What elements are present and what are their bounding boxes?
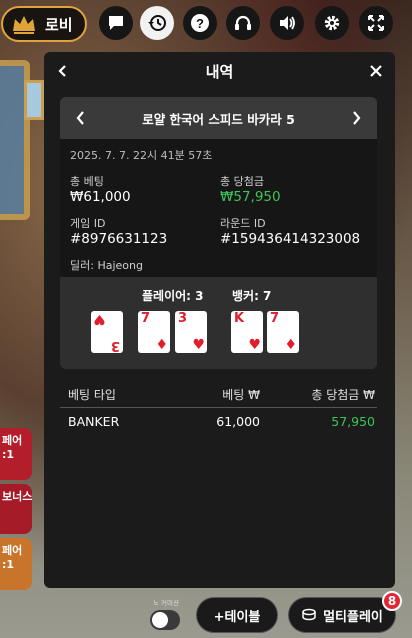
side-bet-pair-2[interactable]: 페어 :1 bbox=[0, 538, 32, 590]
chat-icon bbox=[109, 16, 123, 30]
card-rank: 3 bbox=[110, 338, 120, 353]
diamond-icon: ♦ bbox=[155, 337, 168, 353]
background-frame-window bbox=[24, 80, 44, 120]
volume-button[interactable] bbox=[270, 6, 304, 40]
volume-icon bbox=[280, 16, 295, 30]
player-card-2: 7 ♦ bbox=[138, 311, 170, 353]
banker-card-2: 7 ♦ bbox=[267, 311, 299, 353]
gear-icon bbox=[324, 15, 340, 31]
heart-icon: ♥ bbox=[248, 337, 261, 353]
card-rank: 3 bbox=[178, 311, 188, 326]
total-win-label: 총 당첨금 bbox=[220, 175, 264, 188]
side-bet-label: 페어 bbox=[2, 544, 23, 557]
heart-icon: ♥ bbox=[93, 311, 106, 327]
add-table-button[interactable]: +테이블 bbox=[196, 597, 278, 633]
multiplay-label: 멀티플레이 bbox=[323, 609, 383, 625]
side-bet-label: 보너스 bbox=[2, 490, 32, 503]
game-id-value: #8976631123 bbox=[70, 231, 168, 247]
chevron-left-icon bbox=[76, 111, 84, 125]
col-bet: 베팅 ₩ bbox=[222, 388, 260, 402]
total-bet-label: 총 베팅 bbox=[70, 175, 104, 188]
game-name: 로얄 한국어 스피드 바카라 5 bbox=[142, 111, 295, 127]
bets-table: 베팅 타입 베팅 ₩ 총 당첨금 ₩ BANKER 61,000 57,950 bbox=[60, 382, 377, 434]
modal-header: 내역 bbox=[44, 52, 395, 90]
history-button[interactable] bbox=[140, 6, 174, 40]
card-rank: 7 bbox=[270, 311, 280, 326]
bet-amount-cell: 61,000 bbox=[216, 413, 260, 429]
game-nav: 로얄 한국어 스피드 바카라 5 bbox=[60, 97, 377, 139]
add-table-label: +테이블 bbox=[213, 609, 261, 625]
side-bet-bonus[interactable]: 보너스 bbox=[0, 484, 32, 534]
help-icon: ? bbox=[191, 14, 209, 32]
no-commission-toggle[interactable] bbox=[150, 610, 180, 630]
multiplay-button[interactable]: 멀티플레이 bbox=[288, 597, 396, 633]
round-datetime: 2025. 7. 7. 22시 41분 57초 bbox=[70, 149, 213, 162]
total-win-value: ₩57,950 bbox=[220, 189, 281, 205]
side-bet-label: 페어 bbox=[2, 434, 23, 447]
chip-stack-icon bbox=[302, 608, 316, 621]
fullscreen-button[interactable] bbox=[359, 6, 393, 40]
svg-text:?: ? bbox=[196, 16, 204, 31]
round-id-label: 라운드 ID bbox=[220, 217, 266, 230]
close-icon bbox=[370, 65, 382, 77]
multiplay-count-badge: 8 bbox=[382, 591, 402, 611]
support-button[interactable] bbox=[226, 6, 260, 40]
crown-icon bbox=[13, 16, 35, 34]
bet-type-cell: BANKER bbox=[68, 413, 120, 429]
history-icon bbox=[148, 15, 166, 31]
settings-button[interactable] bbox=[315, 6, 349, 40]
headset-icon bbox=[235, 15, 251, 30]
side-bet-pair-1[interactable]: 페어 :1 bbox=[0, 428, 32, 480]
diamond-icon: ♦ bbox=[284, 337, 297, 353]
player-card-3: 3 ♥ bbox=[175, 311, 207, 353]
card-rank: K bbox=[234, 311, 245, 326]
table-row: BANKER 61,000 57,950 bbox=[60, 408, 377, 434]
col-bet-type: 베팅 타입 bbox=[68, 388, 116, 402]
bottom-bar: 노 커미션 +테이블 멀티플레이 8 bbox=[0, 591, 412, 635]
lobby-label: 로비 bbox=[45, 15, 73, 34]
player-card-1: 3 ♥ bbox=[91, 311, 123, 353]
fullscreen-icon bbox=[368, 15, 384, 31]
prev-round-button[interactable] bbox=[70, 107, 92, 129]
player-score: 플레이어: 3 bbox=[142, 289, 204, 303]
chevron-left-icon bbox=[58, 65, 66, 77]
chevron-right-icon bbox=[353, 111, 361, 125]
history-modal: 내역 로얄 한국어 스피드 바카라 5 2025. 7. 7. 22시 41분 … bbox=[44, 52, 395, 588]
back-button[interactable] bbox=[52, 60, 74, 82]
banker-card-1: K ♥ bbox=[231, 311, 263, 353]
side-bet-payout: :1 bbox=[2, 448, 15, 462]
dealer-name: 딜러: Hajeong bbox=[70, 259, 143, 272]
chat-button[interactable] bbox=[99, 6, 133, 40]
round-id-value: #159436414323008 bbox=[220, 231, 361, 247]
game-id-label: 게임 ID bbox=[70, 217, 106, 230]
next-round-button[interactable] bbox=[345, 107, 367, 129]
no-commission-label: 노 커미션 bbox=[153, 599, 179, 607]
hands-panel: 플레이어: 3 뱅커: 7 3 ♥ 7 ♦ 3 ♥ K ♥ 7 ♦ bbox=[60, 277, 377, 369]
banker-score: 뱅커: 7 bbox=[232, 289, 272, 303]
top-bar: 로비 ? bbox=[0, 6, 412, 42]
no-commission-toggle-group: 노 커미션 bbox=[150, 597, 182, 630]
close-button[interactable] bbox=[365, 60, 387, 82]
modal-title: 내역 bbox=[205, 62, 234, 81]
total-bet-value: ₩61,000 bbox=[70, 189, 131, 205]
lobby-button[interactable]: 로비 bbox=[1, 6, 87, 42]
help-button[interactable]: ? bbox=[183, 6, 217, 40]
table-header: 베팅 타입 베팅 ₩ 총 당첨금 ₩ bbox=[60, 382, 377, 408]
card-rank: 7 bbox=[141, 311, 151, 326]
side-bet-payout: :1 bbox=[2, 558, 15, 572]
col-win: 총 당첨금 ₩ bbox=[311, 388, 375, 402]
win-amount-cell: 57,950 bbox=[331, 413, 375, 429]
heart-icon: ♥ bbox=[192, 337, 205, 353]
toggle-knob bbox=[152, 612, 168, 628]
